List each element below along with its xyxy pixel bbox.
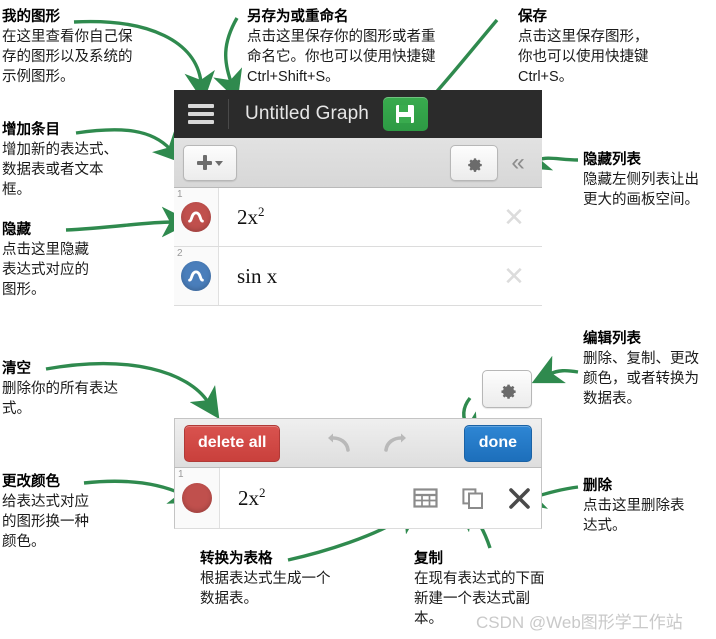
callout-body: 点击这里隐藏 表达式对应的 图形。: [2, 242, 89, 298]
expression-content[interactable]: 2x2: [219, 188, 486, 246]
callout-change-color: 更改颜色 给表达式对应 的图形换一种 颜色。: [2, 473, 89, 552]
expression-visibility-toggle[interactable]: [181, 261, 211, 291]
callout-body: 删除、复制、更改 颜色，或者转换为 数据表。: [583, 351, 699, 407]
close-x-icon[interactable]: [508, 487, 531, 510]
expression-row[interactable]: 2 sin x ✕: [174, 247, 542, 306]
undo-arrow-icon[interactable]: [326, 432, 352, 454]
expression-number: 1: [177, 189, 183, 200]
expression-remove-button[interactable]: ✕: [486, 188, 542, 246]
expression-latex: 2x2: [237, 204, 265, 229]
duplicate-icon[interactable]: [462, 487, 484, 510]
callout-save: 保存 点击这里保存图形， 你也可以使用快捷键 Ctrl+S。: [518, 8, 649, 87]
callout-title: 更改颜色: [2, 474, 60, 490]
expression-number: 1: [178, 469, 184, 480]
callout-body: 点击这里删除表 达式。: [583, 498, 685, 534]
expression-number: 2: [177, 248, 183, 259]
close-x-icon: ✕: [503, 260, 525, 291]
callout-add-item: 增加条目 增加新的表达式、 数据表或者文本 框。: [2, 121, 118, 200]
done-button[interactable]: done: [463, 424, 532, 462]
callout-title: 保存: [518, 9, 547, 25]
callout-body: 根据表达式生成一个 数据表。: [200, 571, 331, 607]
callout-my-graphs: 我的图形 在这里查看你自己保 存的图形以及系统的 示例图形。: [2, 8, 133, 87]
wave-icon: [188, 211, 204, 223]
expression-index-cell[interactable]: 2: [174, 247, 219, 305]
callout-title: 隐藏列表: [583, 152, 641, 168]
callout-title: 复制: [414, 551, 443, 567]
expression-latex: 2x2: [238, 485, 266, 510]
expression-toolbar: «: [174, 138, 542, 188]
delete-all-label: delete all: [198, 434, 267, 451]
save-button[interactable]: [382, 97, 428, 131]
watermark: CSDN @Web图形学工作站: [476, 613, 683, 632]
edit-list-gear-button[interactable]: [482, 370, 532, 408]
wave-icon: [188, 270, 204, 282]
delete-all-button[interactable]: delete all: [184, 424, 281, 462]
screenshot-root: 我的图形 在这里查看你自己保 存的图形以及系统的 示例图形。 另存为或重命名 点…: [0, 0, 716, 639]
add-item-button[interactable]: [183, 144, 237, 181]
desmos-panel-bottom: delete all done 1 2x2: [174, 418, 542, 529]
callout-body: 隐藏左侧列表让出 更大的画板空间。: [583, 172, 699, 208]
desmos-panel-top: Untitled Graph « 1 2x2 ✕ 2 sin x ✕: [174, 90, 542, 306]
caret-down-icon: [215, 161, 223, 166]
callout-hide: 隐藏 点击这里隐藏 表达式对应的 图形。: [2, 221, 89, 300]
expression-visibility-toggle[interactable]: [181, 202, 211, 232]
callout-title: 删除: [583, 478, 612, 494]
collapse-list-button[interactable]: «: [502, 146, 534, 180]
topbar-divider: [228, 99, 229, 129]
callout-edit-list: 编辑列表 删除、复制、更改 颜色，或者转换为 数据表。: [583, 330, 699, 409]
callout-body: 点击这里保存你的图形或者重 命名它。你也可以使用快捷键 Ctrl+Shift+S…: [247, 29, 436, 85]
callout-title: 我的图形: [2, 9, 60, 25]
app-topbar: Untitled Graph: [174, 90, 542, 138]
expression-row[interactable]: 1 2x2 ✕: [174, 188, 542, 247]
callout-title: 增加条目: [2, 122, 60, 138]
expression-row[interactable]: 1 2x2: [174, 468, 542, 529]
table-icon[interactable]: [413, 487, 438, 509]
callout-clear-all: 清空 删除你的所有表达 式。: [2, 360, 118, 419]
callout-title: 隐藏: [2, 222, 31, 238]
expression-content[interactable]: 2x2: [220, 468, 413, 528]
expression-content[interactable]: sin x: [219, 247, 486, 305]
gear-icon: [500, 384, 516, 399]
row-action-group: [413, 468, 531, 528]
callout-body: 给表达式对应 的图形换一种 颜色。: [2, 494, 89, 550]
callout-title: 转换为表格: [200, 551, 273, 567]
redo-arrow-icon[interactable]: [382, 432, 408, 454]
expression-index-cell[interactable]: 1: [175, 468, 220, 528]
close-x-icon: ✕: [503, 201, 525, 232]
callout-hide-list: 隐藏列表 隐藏左侧列表让出 更大的画板空间。: [583, 151, 699, 210]
color-swatch-button[interactable]: [182, 483, 212, 513]
hamburger-icon[interactable]: [188, 104, 214, 124]
plus-icon: [197, 155, 212, 170]
edit-mode-toolbar: delete all done: [174, 418, 542, 468]
graph-title[interactable]: Untitled Graph: [245, 103, 369, 125]
callout-title: 编辑列表: [583, 331, 641, 347]
settings-gear-button[interactable]: [450, 144, 498, 181]
callout-body: 点击这里保存图形， 你也可以使用快捷键 Ctrl+S。: [518, 29, 649, 85]
gear-icon: [468, 157, 482, 172]
callout-title: 另存为或重命名: [247, 9, 349, 25]
done-label: done: [478, 434, 517, 451]
expression-latex: sin x: [237, 263, 278, 288]
double-chevron-left-icon: «: [511, 148, 525, 176]
callout-delete: 删除 点击这里删除表 达式。: [583, 477, 685, 536]
callout-body: 增加新的表达式、 数据表或者文本 框。: [2, 142, 118, 198]
callout-title: 清空: [2, 361, 31, 377]
callout-body: 删除你的所有表达 式。: [2, 381, 118, 417]
expression-index-cell[interactable]: 1: [174, 188, 219, 246]
callout-body: 在这里查看你自己保 存的图形以及系统的 示例图形。: [2, 29, 133, 85]
undo-redo-group: [326, 432, 408, 454]
callout-convert-to-table: 转换为表格 根据表达式生成一个 数据表。: [200, 550, 331, 609]
expression-remove-button[interactable]: ✕: [486, 247, 542, 305]
floppy-disk-icon: [396, 105, 415, 123]
callout-save-as-rename: 另存为或重命名 点击这里保存你的图形或者重 命名它。你也可以使用快捷键 Ctrl…: [247, 8, 436, 87]
